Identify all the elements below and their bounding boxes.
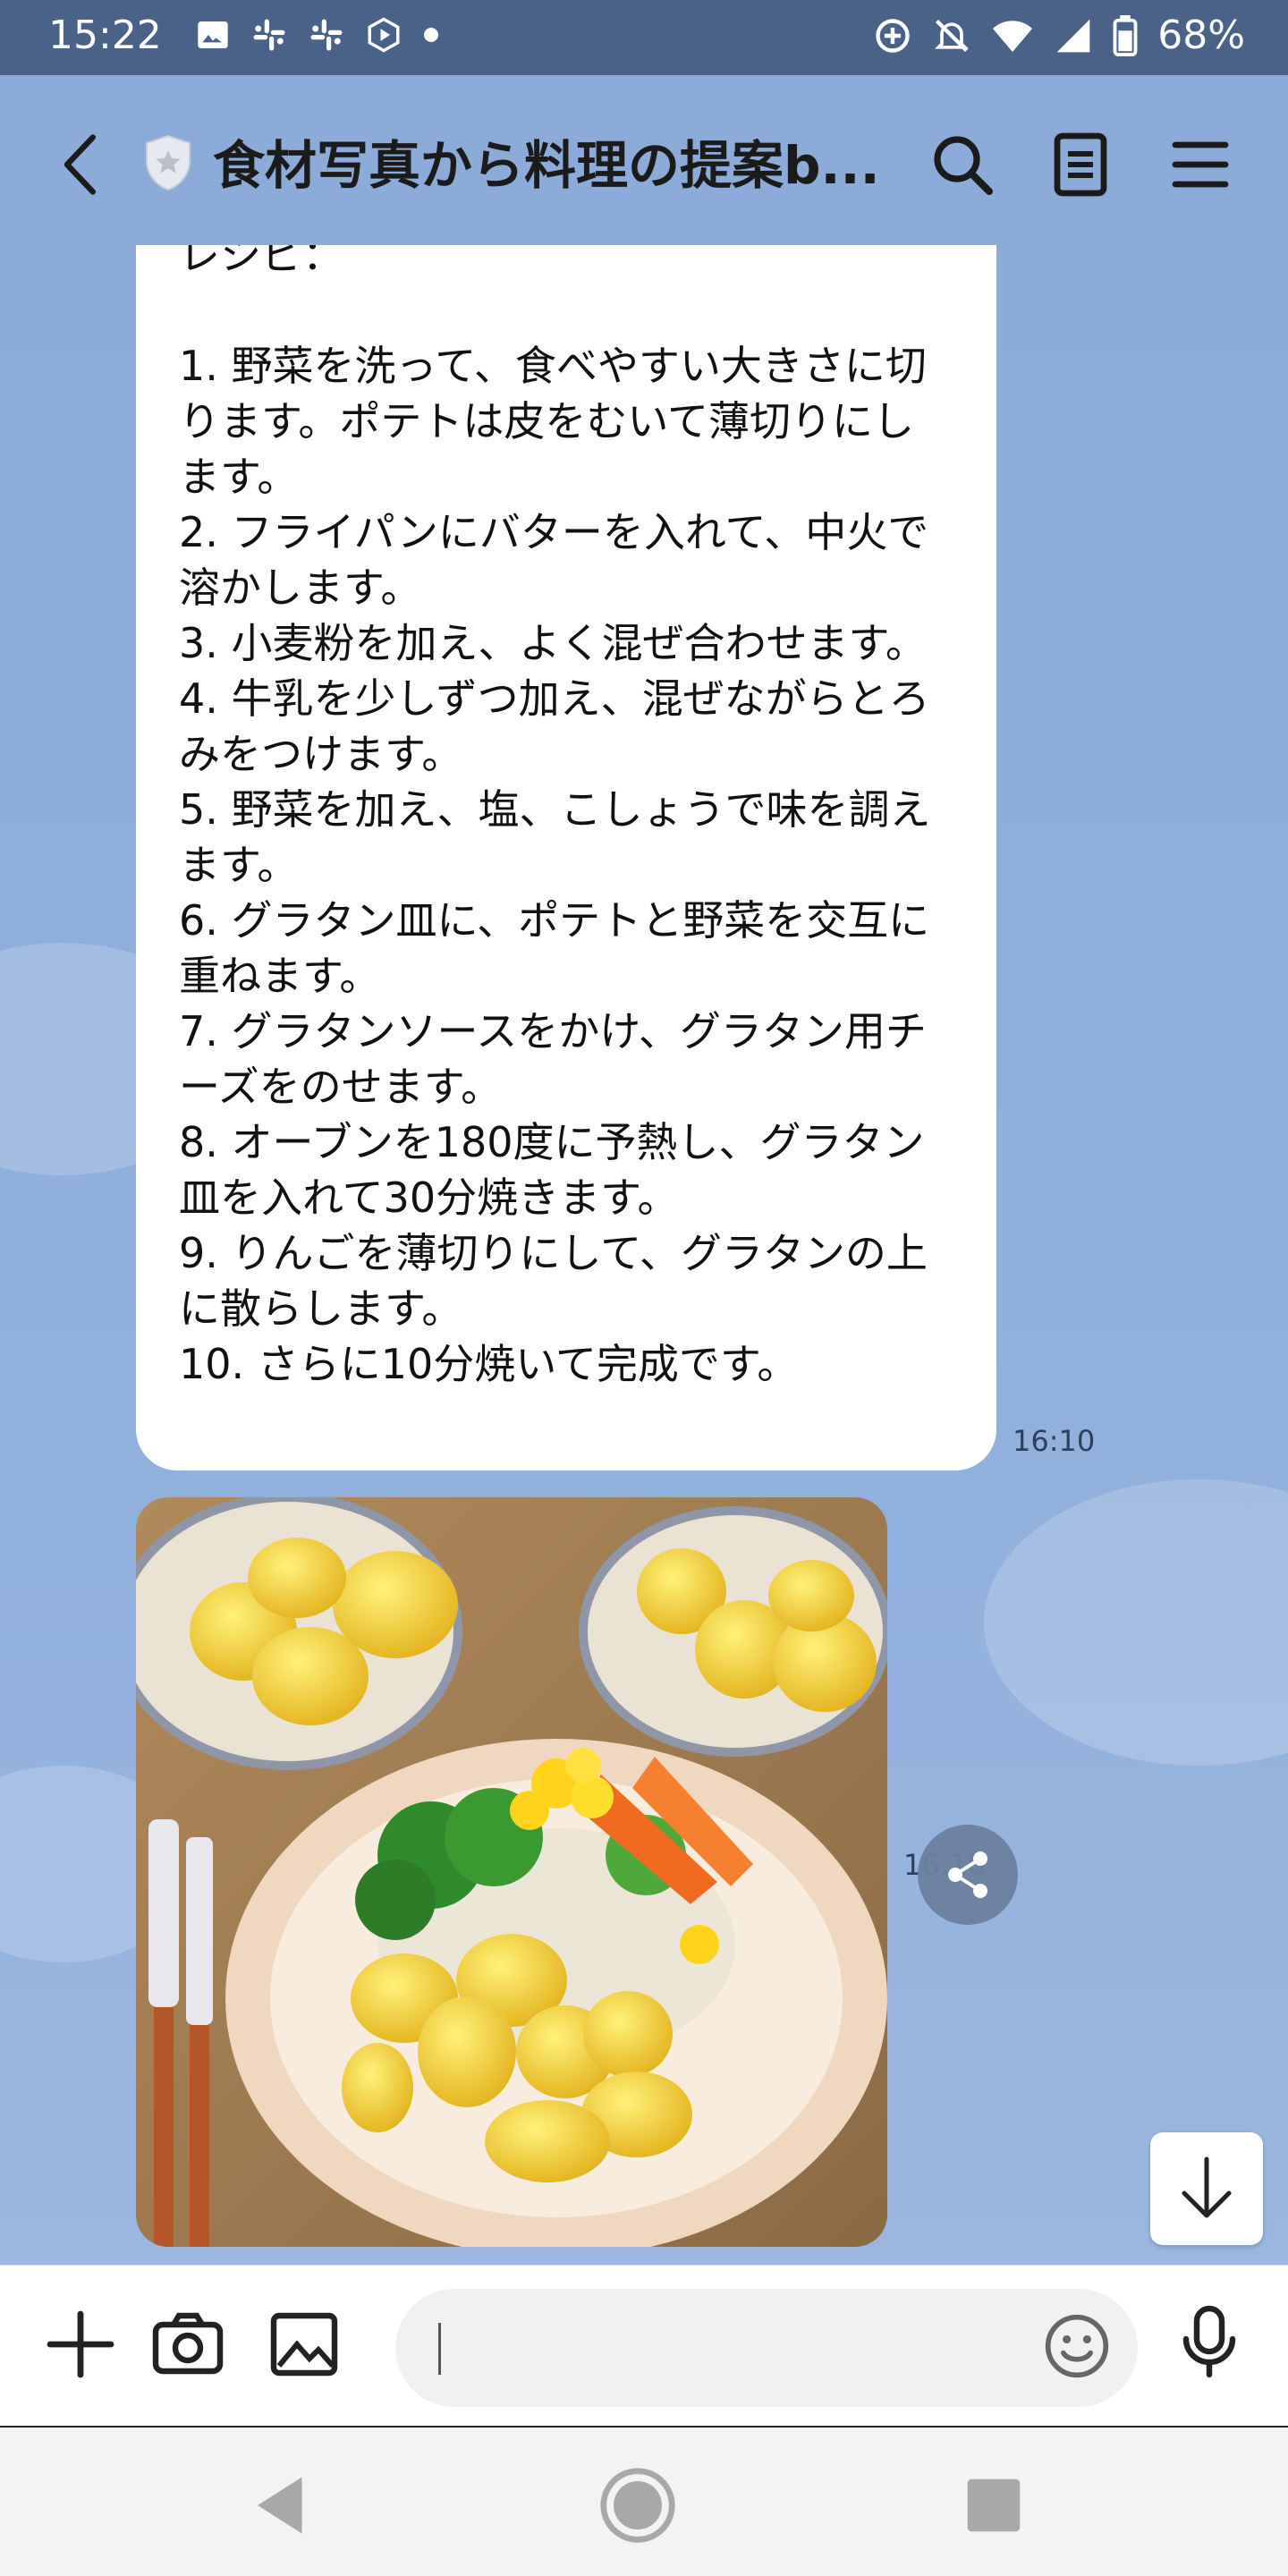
system-navigation-bar [0,2426,1288,2576]
shield-icon [146,134,191,191]
message-input-bar [0,2265,1288,2427]
message-bubble[interactable]: レシピ： 1. 野菜を洗って、食べやすい大きさに切ります。ポテトは皮をむいて薄切… [136,245,996,1470]
battery-percent: 68% [1157,13,1245,58]
message-input[interactable] [395,2289,1138,2407]
signal-icon [1056,19,1090,52]
status-bar: 15:22 68% [0,0,1288,75]
background-cloud [984,1479,1288,1766]
notification-icons [195,16,440,54]
slack-icon [310,19,343,51]
gallery-icon[interactable] [267,2307,342,2382]
search-icon[interactable] [927,129,998,200]
message-time: 16:10 [1013,1424,1096,1458]
chat-header: 食材写真から料理の提案b... [0,75,1288,245]
chat-title: 食材写真から料理の提案b... [213,135,880,196]
food-photo-icon [136,1497,887,2247]
slack-icon [253,19,285,51]
sync-icon [876,18,910,53]
image-icon [198,21,228,48]
text-cursor [438,2323,441,2375]
system-icons: 68% [873,13,1245,58]
battery-icon [1113,14,1138,56]
dot-icon [424,28,438,42]
home-nav-icon[interactable] [597,2465,678,2546]
play-icon [368,17,400,53]
message-text: レシピ： 1. 野菜を洗って、食べやすい大きさに切ります。ポテトは皮をむいて薄切… [179,245,931,1388]
chat-area[interactable]: レシピ： 1. 野菜を洗って、食べやすい大きさに切ります。ポテトは皮をむいて薄切… [0,245,1288,2265]
notes-icon[interactable] [1045,129,1116,200]
status-time: 15:22 [48,13,162,58]
scroll-down-button[interactable] [1150,2132,1263,2245]
food-photo[interactable] [136,1497,887,2247]
menu-icon[interactable] [1165,129,1236,200]
camera-icon[interactable] [150,2307,225,2382]
plus-icon[interactable] [43,2307,118,2382]
microphone-icon[interactable] [1172,2303,1247,2378]
share-button[interactable] [918,1825,1018,1925]
wifi-icon [993,20,1033,52]
mute-icon [935,19,970,52]
recents-nav-icon[interactable] [953,2465,1034,2546]
back-button[interactable] [50,129,113,200]
emoji-icon[interactable] [1043,2312,1111,2380]
back-nav-icon[interactable] [242,2465,322,2546]
